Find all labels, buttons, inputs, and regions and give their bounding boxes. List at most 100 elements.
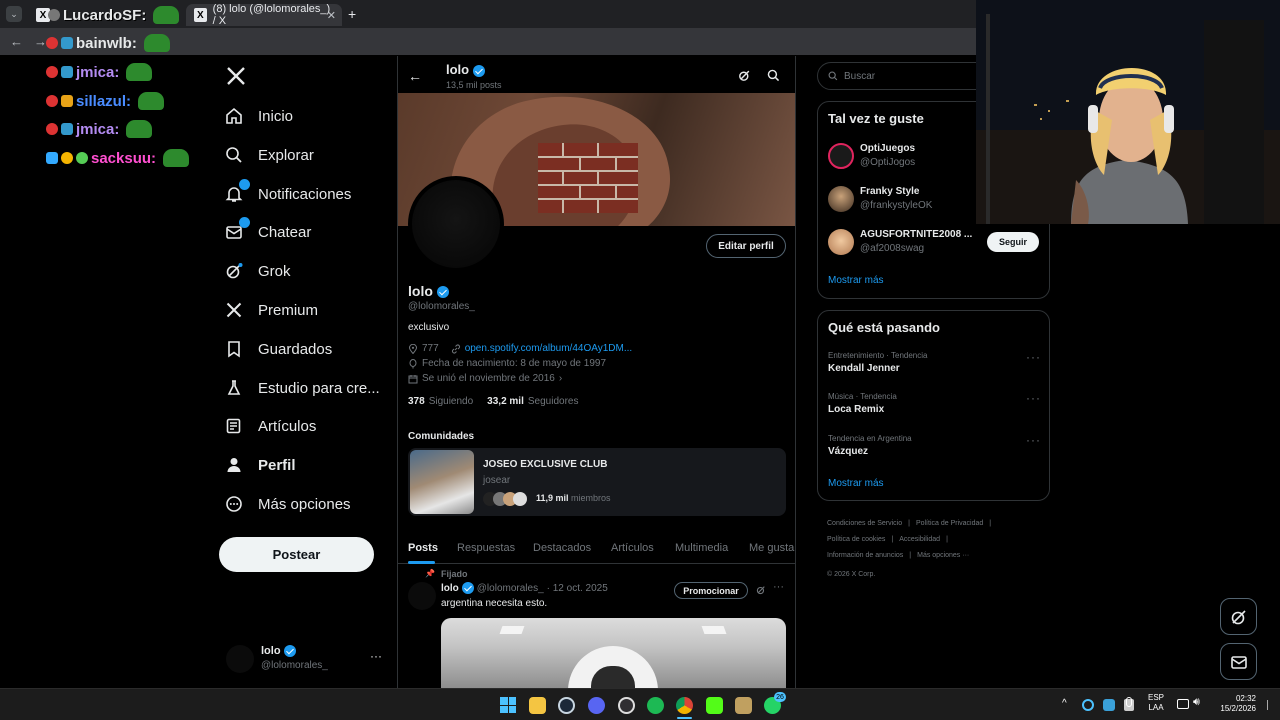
follow-button[interactable]: Seguir	[987, 232, 1039, 252]
plus-icon[interactable]: +	[348, 6, 356, 22]
steam-icon[interactable]	[558, 697, 575, 714]
show-more-link[interactable]: Mostrar más	[828, 478, 884, 489]
followers-label[interactable]: Seguidores	[528, 396, 579, 407]
more-icon[interactable]: ···	[1026, 433, 1041, 447]
game-icon[interactable]	[735, 697, 752, 714]
account-switcher[interactable]: lolo @lolomorales_ ···	[226, 643, 386, 677]
show-more-link[interactable]: Mostrar más	[828, 275, 884, 286]
nav-item-grok[interactable]: Grok	[224, 253, 291, 289]
search-box[interactable]: Buscar	[817, 62, 997, 90]
obs-icon[interactable]	[618, 697, 635, 714]
footer-links: Condiciones de Servicio | Política de Pr…	[827, 516, 1037, 583]
following-count[interactable]: 378	[408, 396, 425, 407]
nav-item-articulos[interactable]: Artículos	[224, 408, 316, 444]
footer-link[interactable]: Más opciones ···	[917, 548, 969, 564]
profile-avatar[interactable]	[408, 176, 504, 272]
close-icon[interactable]: ✕	[327, 9, 336, 22]
nav-item-perfil[interactable]: Perfil	[224, 447, 296, 483]
nav-item-explorar[interactable]: Explorar	[224, 137, 314, 173]
kick-icon[interactable]	[706, 697, 723, 714]
back-icon[interactable]: ←	[10, 34, 23, 49]
more-icon[interactable]: ···	[773, 581, 784, 593]
back-arrow-icon[interactable]: ←	[408, 68, 422, 84]
file-explorer-icon[interactable]	[529, 697, 546, 714]
tab-destacados[interactable]: Destacados	[533, 542, 591, 554]
link-icon	[451, 344, 461, 354]
tab-me-gusta[interactable]: Me gusta	[749, 542, 794, 554]
spotify-icon[interactable]	[647, 697, 664, 714]
panel-title: Qué está pasando	[828, 320, 940, 335]
grok-icon[interactable]	[738, 69, 751, 82]
footer-divider: |	[989, 520, 992, 527]
suggestion-name: Franky Style	[860, 186, 920, 197]
pepe-emote-icon	[163, 149, 190, 167]
footer-link[interactable]: Accesibilidad	[899, 532, 940, 548]
post-date[interactable]: · 12 oct. 2025	[547, 583, 608, 594]
nav-item-mas-opciones[interactable]: Más opciones	[224, 486, 351, 522]
followers-count[interactable]: 33,2 mil	[487, 396, 524, 407]
nav-item-guardados[interactable]: Guardados	[224, 331, 332, 367]
trend-name: Loca Remix	[828, 404, 885, 415]
nav-item-notificaciones[interactable]: Notificaciones	[224, 176, 351, 212]
chevron-right-icon[interactable]: ›	[559, 373, 562, 384]
search-icon[interactable]	[767, 69, 780, 82]
grok-icon	[224, 261, 244, 281]
language-indicator[interactable]: ESP LAA	[1148, 693, 1164, 713]
verified-badge-icon	[436, 286, 449, 299]
edit-profile-button[interactable]: Editar perfil	[706, 234, 786, 258]
footer-link[interactable]: Condiciones de Servicio	[827, 516, 902, 532]
nav-item-inicio[interactable]: Inicio	[224, 98, 293, 134]
more-icon[interactable]: ···	[1026, 350, 1041, 364]
tray-app-icon[interactable]	[1103, 699, 1115, 711]
footer-link[interactable]: Información de anuncios	[827, 548, 903, 564]
tab-respuestas[interactable]: Respuestas	[457, 542, 515, 554]
tab-list-icon[interactable]: ⌄	[6, 6, 22, 22]
suggestion-item[interactable]: AGUSFORTNITE2008 ... @af2008swag Seguir	[828, 229, 1043, 257]
profile-link[interactable]: open.spotify.com/album/44OAy1DM...	[465, 343, 633, 354]
post-author[interactable]: lolo	[441, 583, 459, 594]
nav-item-estudio[interactable]: Estudio para cre...	[224, 370, 380, 406]
messages-floating-button[interactable]	[1220, 643, 1257, 680]
windows-start-icon[interactable]	[500, 697, 516, 713]
trend-item[interactable]: Música · Tendencia Loca Remix ···	[828, 391, 1043, 420]
chat-message: jmica:	[46, 118, 153, 140]
pinned-post[interactable]: 📌 Fijado lolo @lolomorales_ · 12 oct. 20…	[398, 565, 795, 688]
post-button[interactable]: Postear	[219, 537, 374, 572]
avatar	[513, 492, 527, 506]
grok-floating-button[interactable]	[1220, 598, 1257, 635]
nav-item-premium[interactable]: Premium	[224, 292, 318, 328]
tab-multimedia[interactable]: Multimedia	[675, 542, 728, 554]
more-icon[interactable]: ···	[370, 649, 382, 663]
footer-link[interactable]: Política de Privacidad	[916, 516, 983, 532]
nav-label: Inicio	[258, 107, 294, 125]
more-icon[interactable]: ···	[1026, 391, 1041, 405]
chat-badge-icon	[61, 66, 73, 78]
avatar[interactable]	[408, 582, 436, 610]
following-label[interactable]: Siguiendo	[429, 396, 473, 407]
tab-posts[interactable]: Posts	[408, 542, 438, 554]
footer-link[interactable]: Política de cookies	[827, 532, 885, 548]
trend-item[interactable]: Entretenimiento · Tendencia Kendall Jenn…	[828, 350, 1043, 379]
browser-tab-2[interactable]: X (8) lolo (@lolomorales_) / X ✕	[186, 3, 342, 27]
notification-center-icon[interactable]	[1267, 700, 1275, 710]
volume-icon[interactable]: 🔊︎	[1193, 696, 1200, 709]
post-media[interactable]	[441, 618, 786, 688]
post-handle[interactable]: @lolomorales_	[477, 583, 544, 594]
tab-articulos[interactable]: Artículos	[611, 542, 654, 554]
x-logo-icon[interactable]	[226, 66, 246, 86]
microphone-icon[interactable]	[1126, 697, 1132, 707]
chrome-icon[interactable]	[676, 697, 693, 714]
trend-item[interactable]: Tendencia en Argentina Vázquez ···	[828, 433, 1043, 462]
nav-item-chatear[interactable]: Chatear	[224, 214, 311, 250]
suggestion-handle: @OptiJogos	[860, 157, 916, 168]
location-icon	[408, 343, 418, 354]
chevron-up-icon[interactable]: ^	[1062, 698, 1067, 709]
community-card[interactable]: JOSEO EXCLUSIVE CLUB josear 11,9 mil mie…	[408, 448, 786, 516]
clock[interactable]: 02:32 15/2/2026	[1210, 694, 1256, 714]
grok-icon[interactable]	[756, 585, 766, 595]
promote-button[interactable]: Promocionar	[674, 582, 748, 599]
tray-sync-icon[interactable]	[1082, 699, 1094, 711]
balloon-icon	[408, 358, 418, 369]
network-icon[interactable]	[1177, 699, 1189, 709]
discord-icon[interactable]	[588, 697, 605, 714]
